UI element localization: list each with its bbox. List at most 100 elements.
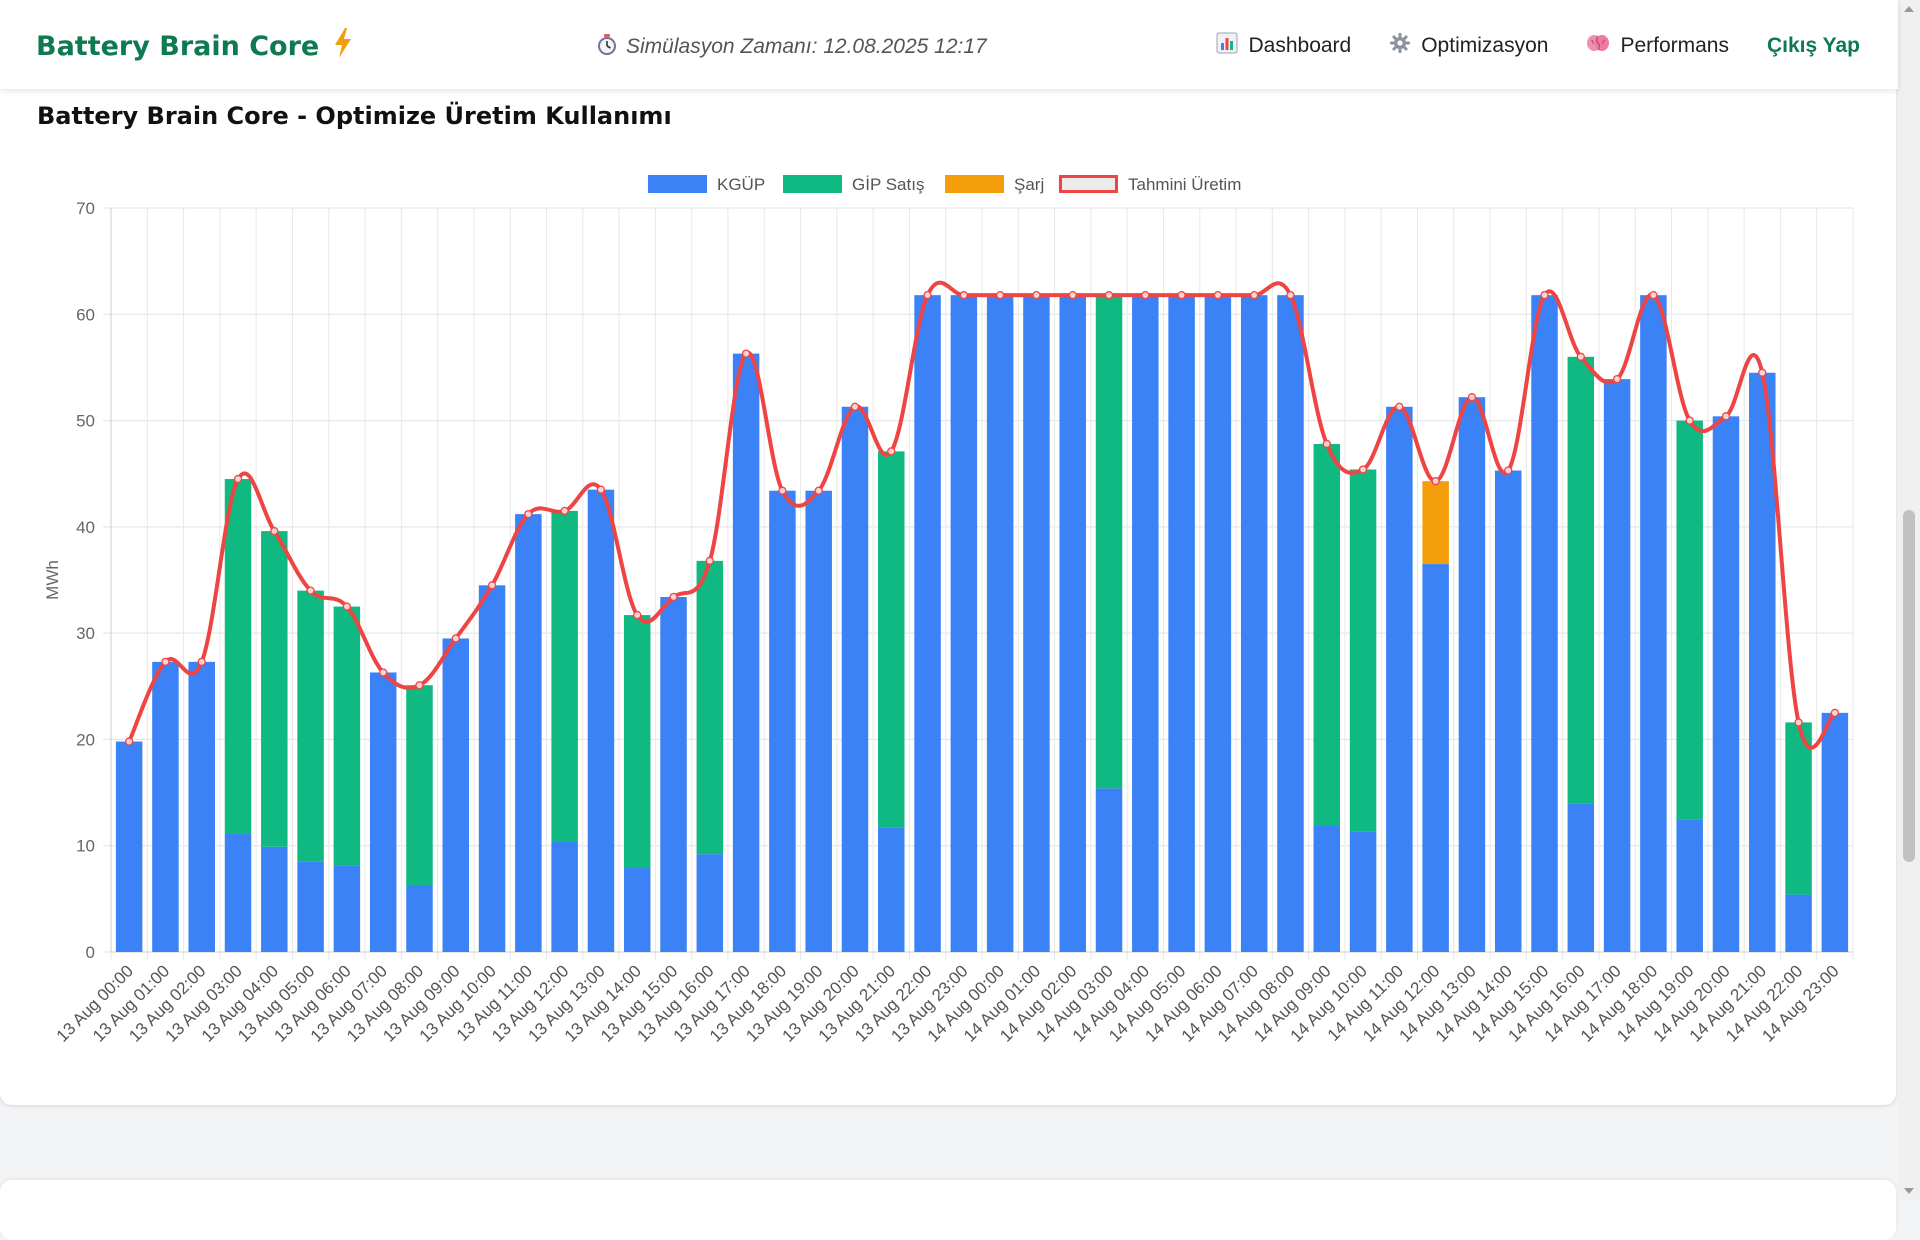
- scroll-down-arrow-icon[interactable]: [1904, 1188, 1914, 1194]
- forecast-point: [1794, 718, 1803, 727]
- bar-sarj: [1422, 481, 1449, 565]
- forecast-point: [705, 556, 714, 566]
- next-card: [0, 1180, 1896, 1240]
- simulation-time: Simülasyon Zamanı: 12.08.2025 12:17: [596, 33, 987, 61]
- y-tick-label: 50: [76, 412, 95, 431]
- bar-gip: [551, 510, 578, 842]
- bar-kgup: [1240, 295, 1268, 952]
- bar-kgup: [224, 834, 252, 952]
- bar-kgup: [1712, 416, 1740, 952]
- brain-icon: [1586, 32, 1610, 60]
- forecast-point: [596, 485, 606, 494]
- gear-icon: [1389, 32, 1411, 60]
- forecast-point: [1104, 291, 1114, 300]
- logout-button[interactable]: Çıkış Yap: [1767, 34, 1860, 58]
- forecast-point: [306, 586, 315, 595]
- bar-kgup: [297, 861, 324, 952]
- bar-kgup: [1640, 295, 1667, 952]
- card-title: Battery Brain Core - Optimize Üretim Kul…: [37, 102, 672, 130]
- page-scrollbar[interactable]: [1898, 0, 1920, 1200]
- bar-kgup: [986, 295, 1014, 952]
- bar-kgup: [1313, 825, 1341, 952]
- bar-kgup: [1095, 788, 1123, 952]
- bar-kgup: [1204, 295, 1232, 952]
- legend-swatch: [1059, 175, 1118, 193]
- forecast-point: [1177, 291, 1186, 300]
- legend-label: Şarj: [1014, 175, 1044, 194]
- forecast-point: [1395, 402, 1404, 411]
- bar-gip: [224, 479, 252, 835]
- forecast-point: [1504, 466, 1513, 475]
- forecast-point: [633, 610, 642, 620]
- forecast-point: [923, 291, 932, 300]
- forecast-point: [1431, 477, 1440, 486]
- bar-kgup: [478, 585, 506, 952]
- y-tick-label: 10: [76, 837, 95, 856]
- bar-kgup: [1422, 564, 1449, 952]
- legend-label: GİP Satış: [852, 175, 924, 194]
- forecast-point: [1286, 291, 1295, 300]
- bar-kgup: [1567, 803, 1595, 952]
- bar-gip: [297, 590, 324, 862]
- forecast-point: [1685, 416, 1694, 425]
- forecast-point: [1068, 291, 1077, 300]
- forecast-point: [1250, 291, 1259, 300]
- forecast-point: [379, 668, 388, 677]
- bar-kgup: [406, 885, 433, 952]
- forecast-point: [161, 657, 170, 666]
- nav-optimizasyon[interactable]: Optimizasyon: [1389, 32, 1548, 60]
- bar-kgup: [261, 846, 288, 952]
- bar-kgup: [369, 672, 397, 952]
- bar-kgup: [914, 295, 941, 952]
- nav-dashboard[interactable]: Dashboard: [1216, 32, 1351, 60]
- bar-gip: [878, 451, 905, 828]
- y-tick-label: 0: [86, 943, 95, 962]
- legend-swatch: [648, 175, 707, 193]
- bar-kgup: [1023, 295, 1050, 952]
- bar-kgup: [333, 865, 361, 952]
- bar-kgup: [1458, 397, 1486, 952]
- y-tick-label: 70: [76, 199, 95, 218]
- forecast-point: [233, 474, 243, 484]
- brand[interactable]: Battery Brain Core: [36, 28, 353, 65]
- bar-kgup: [1059, 295, 1086, 952]
- y-tick-label: 30: [76, 624, 95, 643]
- simulation-time-text: Simülasyon Zamanı: 12.08.2025 12:17: [626, 35, 987, 58]
- scroll-up-arrow-icon[interactable]: [1904, 6, 1914, 12]
- y-tick-label: 40: [76, 518, 95, 537]
- nav-performans[interactable]: Performans: [1586, 32, 1729, 60]
- production-chart: 010203040506070MWh13 Aug 00:0013 Aug 01:…: [43, 175, 1854, 1046]
- bar-kgup: [515, 514, 542, 952]
- bar-kgup: [152, 661, 179, 952]
- top-navbar: Battery Brain Core Simülasyon Zamanı: 12…: [0, 0, 1898, 89]
- bar-kgup: [660, 597, 687, 952]
- main-nav: Dashboard Optimizasyon Performans Çıkış …: [1216, 32, 1860, 60]
- bar-gip: [1313, 443, 1341, 826]
- nav-optimizasyon-label: Optimizasyon: [1421, 34, 1549, 57]
- bar-kgup: [442, 638, 470, 952]
- forecast-point: [814, 486, 823, 495]
- forecast-point: [560, 506, 569, 516]
- forecast-point: [124, 737, 134, 746]
- forecast-point: [1721, 412, 1731, 421]
- bar-gip: [1567, 356, 1595, 804]
- forecast-point: [451, 634, 460, 643]
- forecast-point: [1032, 291, 1041, 300]
- bar-kgup: [1603, 379, 1631, 952]
- lightning-icon: [333, 28, 353, 65]
- bar-kgup: [115, 741, 143, 952]
- bar-gip: [696, 560, 724, 855]
- bar-gip: [1349, 469, 1377, 832]
- bar-kgup: [1531, 295, 1558, 952]
- forecast-point: [1213, 291, 1223, 300]
- bar-gip: [333, 606, 361, 866]
- legend-swatch: [945, 175, 1004, 193]
- bar-kgup: [950, 295, 978, 952]
- bar-gip: [623, 615, 651, 869]
- forecast-point: [850, 402, 860, 411]
- forecast-point: [415, 681, 424, 690]
- forecast-point: [1358, 465, 1368, 474]
- bar-kgup: [188, 661, 215, 952]
- bar-kgup: [696, 854, 724, 952]
- scrollbar-thumb[interactable]: [1903, 510, 1915, 862]
